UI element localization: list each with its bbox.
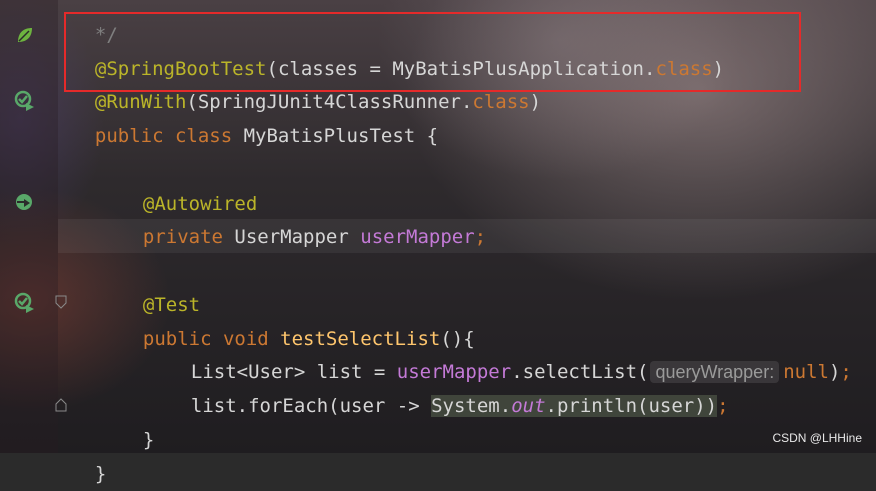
paren-close: ) (529, 91, 542, 113)
keyword-null: null (783, 361, 829, 383)
run-test-icon[interactable] (14, 90, 36, 112)
static-field-out: out (511, 395, 546, 417)
foreach-call: list.forEach(user -> (190, 395, 432, 417)
brace-close-class: } (94, 463, 107, 485)
code-line-close-class[interactable]: } (72, 423, 106, 485)
highlight-box (64, 12, 801, 92)
fold-close-icon[interactable] (55, 398, 67, 412)
editor-gutter (0, 0, 58, 453)
keyword-class: class (472, 91, 530, 113)
code-line-close-method[interactable]: } (120, 389, 154, 451)
code-line-autowired[interactable]: @Autowired (120, 153, 257, 215)
keyword-private: private (142, 226, 235, 248)
semicolon: ; (474, 226, 487, 248)
code-line-selectlist[interactable]: List<User> list = userMapper.selectList(… (168, 321, 852, 383)
brace-close-method: } (142, 429, 155, 451)
dot: . (460, 91, 473, 113)
spring-leaf-icon[interactable] (14, 24, 36, 46)
fold-open-icon[interactable] (55, 295, 67, 309)
semicolon: ; (717, 395, 729, 417)
dot: . (499, 395, 512, 417)
field-usermapper: userMapper (360, 226, 475, 248)
watermark: CSDN @LHHine (772, 431, 862, 445)
semicolon: ; (840, 361, 852, 383)
bean-navigate-icon[interactable] (14, 192, 36, 214)
code-line-foreach[interactable]: list.forEach(user -> System.out.println(… (168, 355, 729, 417)
code-line-method-decl[interactable]: public void testSelectList(){ (120, 288, 475, 350)
code-line-test-annotation[interactable]: @Test (120, 254, 200, 316)
type-usermapper: UserMapper (234, 226, 361, 248)
run-test-icon[interactable] (14, 292, 36, 314)
keyword-public: public (94, 125, 175, 147)
method-call-println: .println(user)) (545, 395, 718, 417)
keyword-class: class (174, 125, 244, 147)
class-ref-system: System (431, 395, 500, 417)
class-name: MyBatisPlusTest { (243, 125, 439, 147)
code-line-field-decl[interactable]: private UserMapper userMapper; (120, 186, 486, 248)
